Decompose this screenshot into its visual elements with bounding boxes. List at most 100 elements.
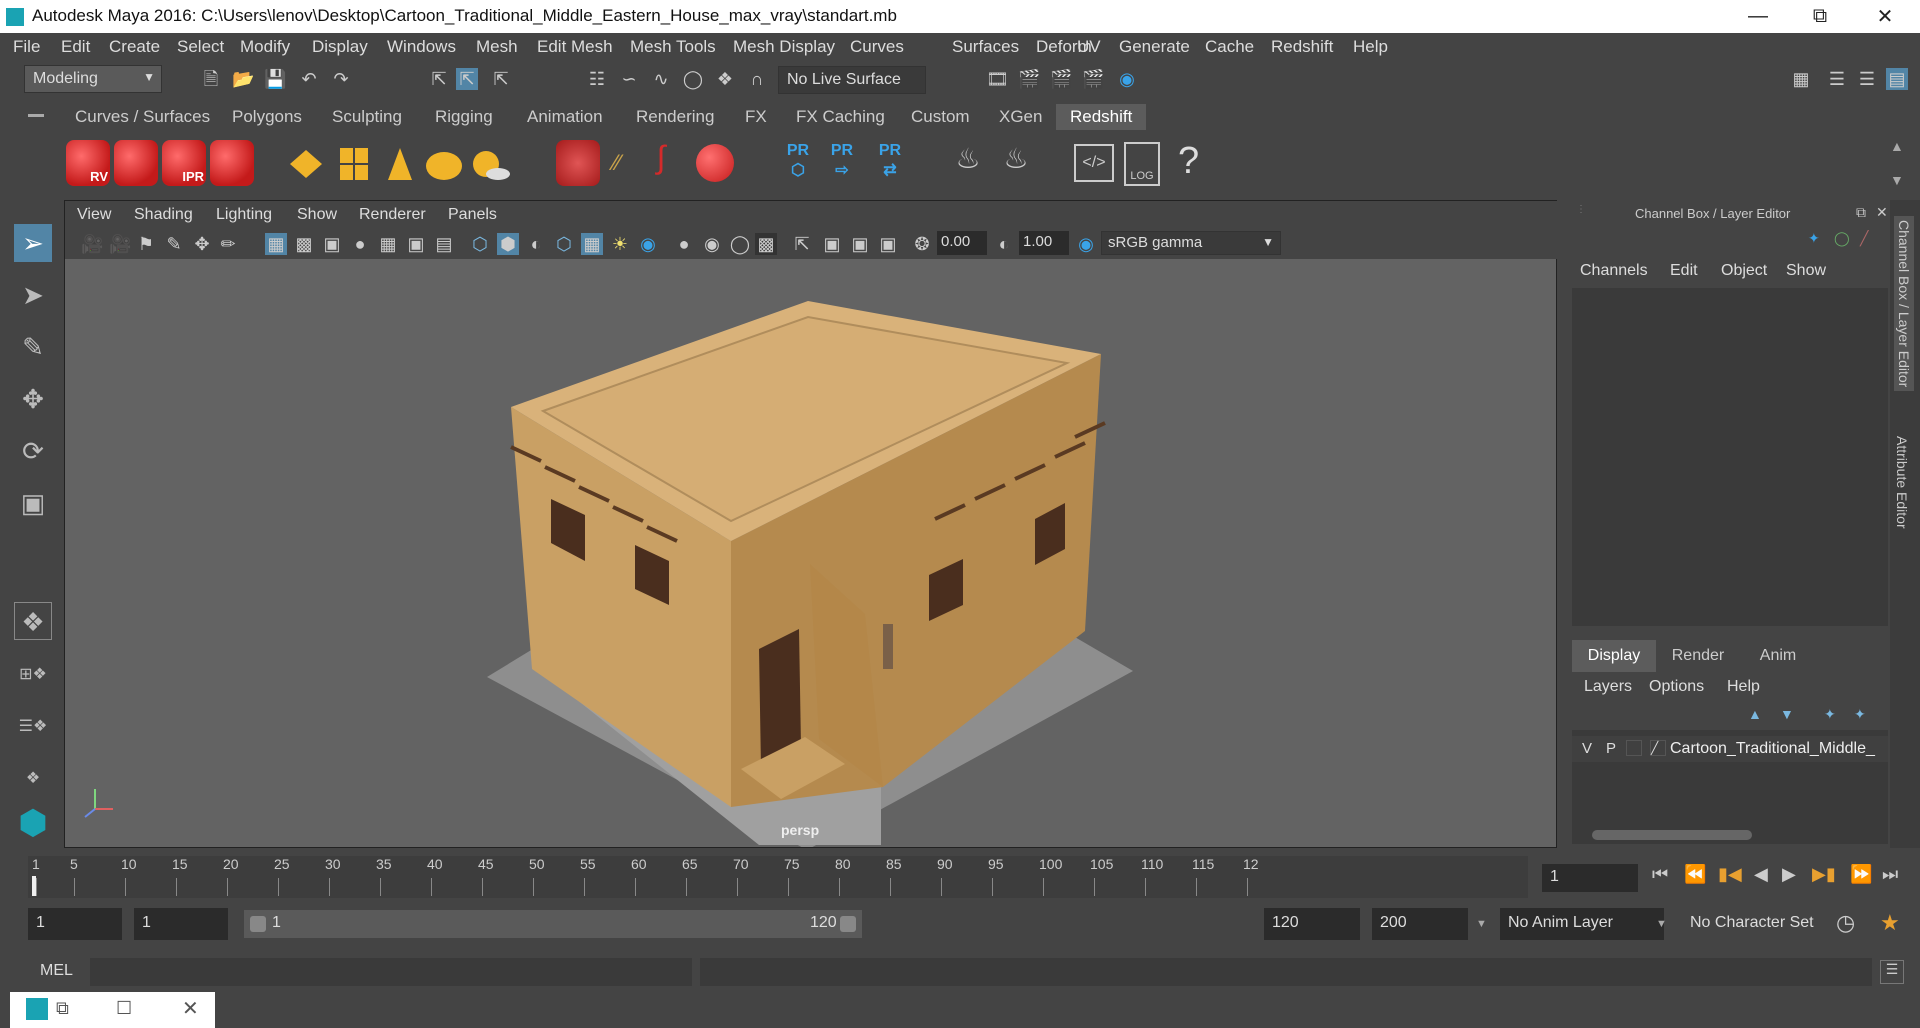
redshift-batch-render-icon[interactable] (114, 140, 158, 186)
tab-animation[interactable]: Animation (527, 107, 603, 127)
workspace-icon-2[interactable]: ☰ (1826, 68, 1848, 90)
restore-button[interactable]: ⧉ (1790, 0, 1850, 33)
layer-hscroll[interactable] (1572, 826, 1888, 844)
dof-icon[interactable]: ▩ (755, 233, 777, 255)
grease-pencil-icon[interactable]: ✏ (217, 233, 239, 255)
tab-fx-caching[interactable]: FX Caching (796, 107, 885, 127)
cb-menu-edit[interactable]: Edit (1670, 262, 1698, 280)
snap-point-icon[interactable]: ∿ (650, 68, 672, 90)
go-to-start-icon[interactable]: ⏮ (1652, 864, 1668, 885)
2d-pan-icon[interactable]: ✥ (191, 233, 213, 255)
redo-icon[interactable]: ↷ (330, 68, 352, 90)
play-backward-icon[interactable]: ◀ (1754, 864, 1768, 885)
redshift-render-view-icon[interactable]: RV (66, 140, 110, 186)
motion-blur-icon[interactable]: ◉ (701, 233, 723, 255)
redshift-proxy-icon[interactable] (556, 140, 600, 186)
ssao-icon[interactable]: ● (673, 233, 695, 255)
color-management-icon[interactable]: ◉ (1075, 233, 1097, 255)
tab-anim[interactable]: Anim (1736, 640, 1820, 672)
redshift-post-icon-3[interactable]: PR ⇄ (872, 142, 908, 186)
layout-single-icon[interactable]: ❖ (14, 602, 52, 640)
wireframe-on-shaded-icon[interactable]: ⬡ (553, 233, 575, 255)
redshift-post-icon-2[interactable]: PR ⇨ (824, 142, 860, 186)
magnet-icon[interactable]: ∩ (746, 68, 768, 90)
menu-mesh-display[interactable]: Mesh Display (733, 37, 835, 57)
vp-menu-view[interactable]: View (77, 206, 111, 224)
tab-fx[interactable]: FX (745, 107, 767, 127)
snap-grid-icon[interactable]: ☷ (586, 68, 608, 90)
move-tool-icon[interactable]: ✥ (14, 380, 52, 418)
safe-action-icon[interactable]: ▣ (405, 233, 427, 255)
workspace-icon-4[interactable]: ▤ (1886, 68, 1908, 90)
snap-view-icon[interactable]: ◯ (682, 68, 704, 90)
vp-menu-renderer[interactable]: Renderer (359, 206, 426, 224)
image-plane-icon[interactable]: ✎ (163, 233, 185, 255)
open-scene-icon[interactable]: 📂 (232, 68, 254, 90)
tab-display[interactable]: Display (1572, 640, 1656, 672)
step-back-key-icon[interactable]: ⏪ (1684, 864, 1706, 885)
redshift-bake-icon-1[interactable]: ♨ (950, 145, 986, 173)
exposure-icon[interactable]: ❂ (911, 233, 933, 255)
tab-custom[interactable]: Custom (911, 107, 970, 127)
character-set-field[interactable]: No Character Set (1682, 908, 1824, 940)
range-end-handle[interactable] (840, 916, 856, 932)
paint-select-tool-icon[interactable]: ✎ (14, 328, 52, 366)
tab-rendering[interactable]: Rendering (636, 107, 714, 127)
chevron-down-icon[interactable]: ▼ (1656, 918, 1667, 930)
new-layer-icon[interactable]: ✦ (1824, 706, 1836, 723)
vp-menu-lighting[interactable]: Lighting (216, 206, 272, 224)
aa-icon[interactable]: ◯ (729, 233, 751, 255)
shelf-scroll-down-icon[interactable]: ▼ (1890, 172, 1904, 188)
select-object-icon[interactable]: ⇱ (456, 68, 478, 90)
scale-tool-icon[interactable]: ▣ (14, 484, 52, 522)
wireframe-icon[interactable]: ⬡ (469, 233, 491, 255)
render-settings-icon[interactable]: 🎬 (1082, 68, 1104, 90)
playback-start-field[interactable]: 1 (134, 908, 228, 940)
layer-menu-layers[interactable]: Layers (1584, 678, 1632, 696)
layer-color-swatch[interactable]: ╱ (1650, 740, 1666, 756)
color-space-dropdown[interactable]: sRGB gamma ▼ (1101, 231, 1281, 255)
tab-xgen[interactable]: XGen (999, 107, 1042, 127)
redshift-portal-light-icon[interactable] (334, 146, 374, 182)
current-frame-field[interactable]: 1 (1542, 864, 1638, 892)
step-forward-icon[interactable]: ⏩ (1850, 864, 1872, 885)
redshift-sphere-icon[interactable] (696, 144, 734, 182)
close-button[interactable]: ✕ (1855, 0, 1915, 33)
move-layer-up-icon[interactable]: ▲ (1748, 706, 1762, 722)
render-view-icon[interactable]: 🎞 (986, 68, 1009, 90)
tab-render[interactable]: Render (1656, 640, 1740, 672)
layout-four-icon[interactable]: ⊞❖ (14, 656, 52, 694)
mode-dropdown[interactable]: Modeling ▼ (24, 65, 162, 93)
layer-row[interactable]: V P ╱ Cartoon_Traditional_Middle_ (1572, 736, 1888, 762)
menu-surfaces[interactable]: Surfaces (952, 37, 1019, 57)
textured-icon[interactable]: ▦ (581, 233, 603, 255)
lights-icon[interactable]: ☀ (609, 233, 631, 255)
redshift-script-icon[interactable]: </> (1074, 144, 1114, 182)
range-slider[interactable]: 1 120 (244, 910, 862, 938)
channel-icon-1[interactable]: ✦ (1808, 230, 1820, 247)
menu-file[interactable]: File (13, 37, 40, 57)
end-time-field[interactable]: 200 (1372, 908, 1468, 940)
bookmark-icon[interactable]: ⚑ (135, 233, 157, 255)
tab-sculpting[interactable]: Sculpting (332, 107, 402, 127)
select-hierarchy-icon[interactable]: ⇱ (428, 68, 450, 90)
minimize-button[interactable]: — (1728, 0, 1788, 33)
play-forward-icon[interactable]: ▶ (1782, 864, 1796, 885)
shelf-scroll-up-icon[interactable]: ▲ (1890, 138, 1904, 154)
start-time-field[interactable]: 1 (28, 908, 122, 940)
menu-uv[interactable]: UV (1077, 37, 1101, 57)
select-tool-icon[interactable]: ➢ (14, 224, 52, 262)
live-surface-field[interactable]: No Live Surface (778, 66, 926, 94)
menu-windows[interactable]: Windows (387, 37, 456, 57)
save-scene-icon[interactable]: 💾 (264, 68, 286, 90)
close-panel-icon[interactable]: ✕ (1876, 204, 1888, 221)
maya-home-icon[interactable]: ⬢ (14, 804, 52, 842)
redshift-ies-light-icon[interactable] (380, 146, 420, 182)
shadows-icon[interactable]: ◉ (637, 233, 659, 255)
isolate-select-icon[interactable]: ⇱ (791, 233, 813, 255)
restore-icon[interactable]: ⧉ (56, 998, 69, 1019)
menu-modify[interactable]: Modify (240, 37, 290, 57)
tab-curves-surfaces[interactable]: Curves / Surfaces (75, 107, 210, 127)
script-language-toggle[interactable]: MEL (40, 962, 73, 980)
redshift-settings-icon[interactable] (210, 140, 254, 186)
